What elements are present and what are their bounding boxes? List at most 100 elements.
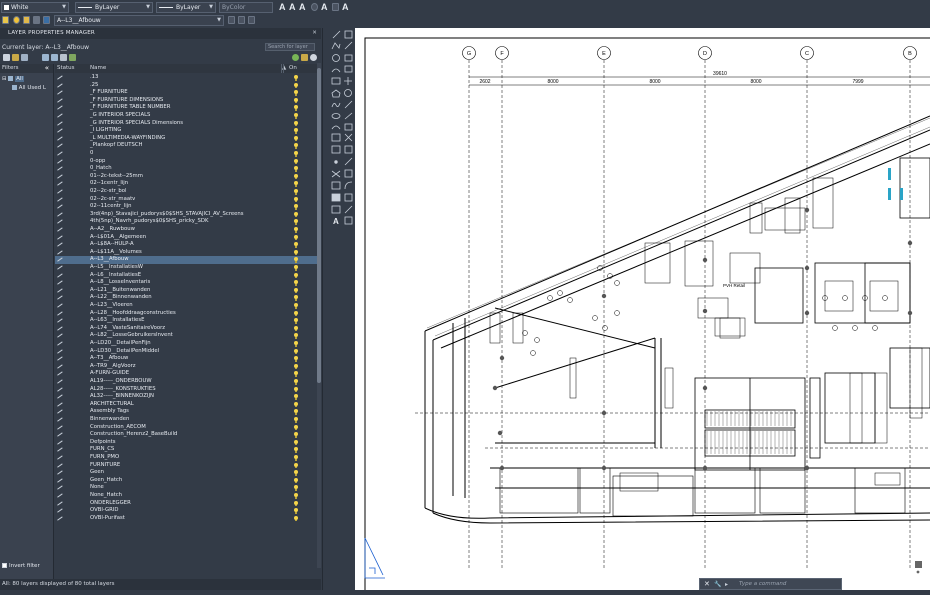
- magnify-icon[interactable]: [311, 3, 318, 11]
- bulb-on-icon[interactable]: [294, 303, 298, 309]
- layer-row[interactable]: 0_Hatch: [55, 165, 317, 173]
- bulb-on-icon[interactable]: [294, 242, 298, 248]
- layer-color-icon[interactable]: [43, 16, 50, 24]
- group-filter-icon[interactable]: [12, 54, 19, 61]
- bulb-on-icon[interactable]: [294, 455, 298, 461]
- bulb-on-icon[interactable]: [294, 204, 298, 210]
- bulb-on-icon[interactable]: [294, 477, 298, 484]
- column-status[interactable]: Status: [57, 64, 75, 73]
- bulb-on-icon[interactable]: [294, 120, 298, 127]
- layer-row[interactable]: A--L8__LosseInventaris: [55, 279, 317, 287]
- bulb-on-icon[interactable]: [294, 257, 298, 263]
- layer-row[interactable]: A--L23__Vloeren: [55, 302, 317, 310]
- layer-row[interactable]: A--L28__Hoofddraagconstructies: [55, 310, 317, 318]
- bulb-on-icon[interactable]: [294, 318, 298, 324]
- layer-row[interactable]: 4th(5np)_Navrh_pudorys$0$SHS_pricky_SDK: [55, 218, 317, 226]
- layer-row[interactable]: A--L74__VasteSanitaireVoorz: [55, 325, 317, 333]
- layer-row[interactable]: .13: [55, 74, 317, 82]
- layer-row[interactable]: OVBI-GRID: [55, 507, 317, 515]
- bulb-on-icon[interactable]: [294, 135, 298, 142]
- bulb-on-icon[interactable]: [294, 97, 298, 104]
- bulb-on-icon[interactable]: [294, 310, 298, 317]
- bulb-on-icon[interactable]: [294, 211, 298, 218]
- bulb-on-icon[interactable]: [294, 287, 298, 294]
- bulb-on-icon[interactable]: [294, 356, 298, 362]
- bulb-on-icon[interactable]: [294, 75, 298, 81]
- bulb-on-icon[interactable]: [294, 394, 298, 400]
- state-manager-icon[interactable]: [21, 54, 28, 61]
- layer-row[interactable]: Construction_Herenz2_BaseBuild: [55, 431, 317, 439]
- layer-row[interactable]: 01--2c-tekst--25mm: [55, 173, 317, 181]
- layer-row[interactable]: A--L82__LosseGebruikersInvent: [55, 332, 317, 340]
- column-name[interactable]: Name: [90, 64, 106, 73]
- text-a-icon[interactable]: A: [279, 3, 286, 12]
- text-a-icon[interactable]: A: [289, 3, 296, 12]
- layer-row[interactable]: 0-opp: [55, 158, 317, 166]
- layer-row[interactable]: Assembly Tags: [55, 408, 317, 416]
- lineweight-dropdown[interactable]: ByLayer ▼: [156, 2, 216, 13]
- bulb-on-icon[interactable]: [294, 189, 298, 195]
- annotate-icon[interactable]: [332, 3, 339, 11]
- layer-state-icon[interactable]: [2, 16, 9, 24]
- bulb-on-icon[interactable]: [294, 462, 298, 469]
- tree-item-all-used[interactable]: All Used L: [12, 85, 46, 91]
- layer-row[interactable]: A--L$8A--HULP-A: [55, 241, 317, 249]
- bulb-on-icon[interactable]: [294, 272, 298, 279]
- bulb-on-icon[interactable]: [294, 432, 298, 438]
- bulb-on-icon[interactable]: [294, 280, 298, 286]
- bulb-on-icon[interactable]: [294, 173, 298, 180]
- bulb-on-icon[interactable]: [294, 158, 298, 165]
- bulb-on-icon[interactable]: [294, 508, 298, 514]
- layer-row[interactable]: _G INTERIOR SPECIALS: [55, 112, 317, 120]
- layer-row[interactable]: A--L5__InstallatiesW: [55, 264, 317, 272]
- layer-row[interactable]: A--A2__Ruwbouw: [55, 226, 317, 234]
- layer-row[interactable]: 3rd(4np)_Stavajici_pudorys$0$SHS_STAVAJI…: [55, 211, 317, 219]
- bulb-on-icon[interactable]: [294, 348, 298, 355]
- layer-row[interactable]: ARCHITECTURAL: [55, 401, 317, 409]
- bulb-on-icon[interactable]: [294, 128, 298, 134]
- layer-row[interactable]: A--L21__Buitenwanden: [55, 287, 317, 295]
- layer-row[interactable]: OVBI-Purifast: [55, 515, 317, 523]
- bulb-on-icon[interactable]: [294, 166, 298, 172]
- text-a-icon[interactable]: A: [321, 3, 328, 12]
- layer-row[interactable]: AL19-----_ONDERBOUW: [55, 378, 317, 386]
- layer-isolate-icon[interactable]: [248, 16, 255, 24]
- layer-row[interactable]: FURN_CS: [55, 446, 317, 454]
- plotstyle-dropdown[interactable]: ByColor: [219, 2, 273, 13]
- layer-match-icon[interactable]: [228, 16, 235, 24]
- tree-item-all[interactable]: ⊟ All: [2, 76, 24, 82]
- layer-row[interactable]: 02--1centr_lijn: [55, 180, 317, 188]
- layer-row[interactable]: A--T3__Afbouw: [55, 355, 317, 363]
- layer-row[interactable]: A--L$01A__Algemeen: [55, 234, 317, 242]
- bulb-on-icon[interactable]: [294, 249, 298, 256]
- bulb-on-icon[interactable]: [294, 515, 298, 522]
- bulb-on-icon[interactable]: [294, 493, 298, 499]
- sun-icon[interactable]: [23, 16, 30, 24]
- text-a-icon[interactable]: A: [342, 3, 349, 12]
- layer-list-scrollbar[interactable]: [317, 63, 321, 568]
- bulb-on-icon[interactable]: [294, 265, 298, 271]
- bulb-on-icon[interactable]: [294, 295, 298, 301]
- layer-row[interactable]: Defpoints: [55, 439, 317, 447]
- bulb-on-icon[interactable]: [294, 143, 298, 149]
- bulb-on-icon[interactable]: [294, 333, 298, 339]
- bulb-on-icon[interactable]: [294, 417, 298, 423]
- bulb-on-icon[interactable]: [294, 363, 298, 370]
- linetype-dropdown[interactable]: ByLayer ▼: [75, 2, 153, 13]
- layer-row[interactable]: _I LIGHTING: [55, 127, 317, 135]
- new-filter-icon[interactable]: [3, 54, 10, 61]
- set-current-icon[interactable]: [69, 54, 76, 61]
- close-icon[interactable]: ✕: [312, 28, 317, 39]
- bulb-on-icon[interactable]: [294, 485, 298, 491]
- new-layer-vp-frozen-icon[interactable]: [51, 54, 58, 61]
- layer-row[interactable]: _G INTERIOR SPECIALS Dimensions: [55, 120, 317, 128]
- layer-row[interactable]: AL32-----_BINNENKOZIJN: [55, 393, 317, 401]
- layer-row[interactable]: 0: [55, 150, 317, 158]
- refresh-icon[interactable]: [292, 54, 299, 61]
- layer-row[interactable]: A--L3__Afbouw: [55, 256, 317, 264]
- bulb-on-icon[interactable]: [294, 90, 298, 96]
- bulb-on-icon[interactable]: [294, 401, 298, 408]
- bulb-on-icon[interactable]: [294, 196, 298, 203]
- bulb-on-icon[interactable]: [294, 447, 298, 453]
- layer-row[interactable]: A--TR9__AlgVoorz: [55, 363, 317, 371]
